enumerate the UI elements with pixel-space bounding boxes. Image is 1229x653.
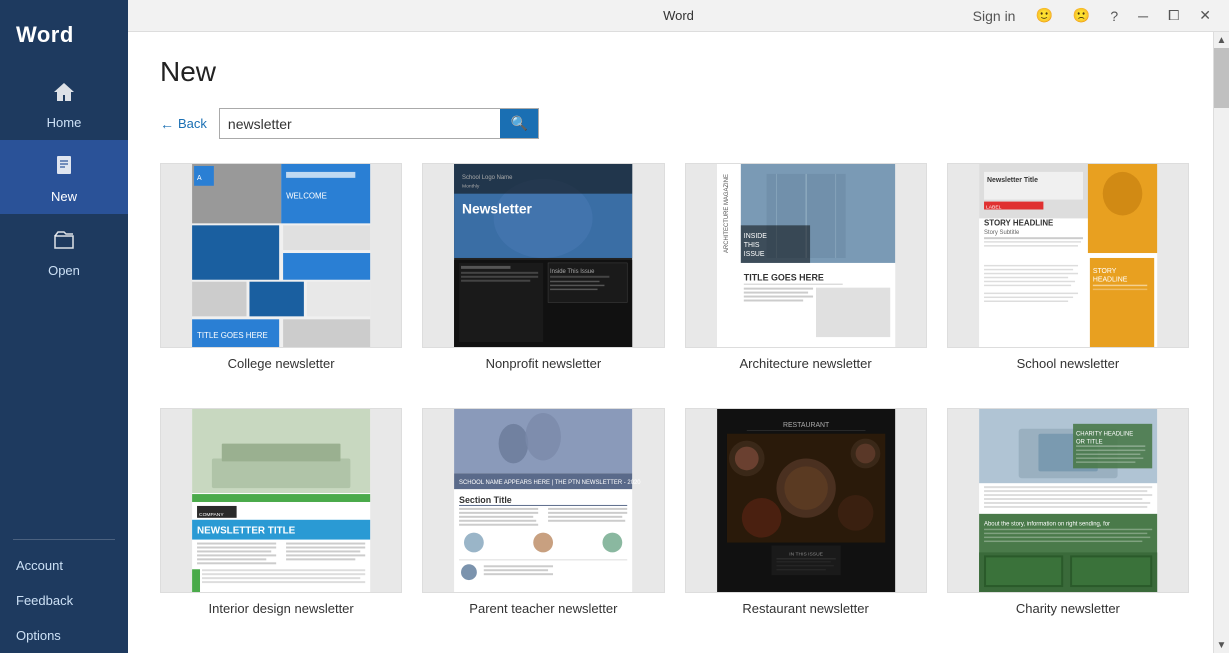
- svg-text:CHARITY HEADLINE: CHARITY HEADLINE: [1076, 432, 1133, 438]
- emoji-negative-icon: 🙁: [1073, 7, 1090, 24]
- home-icon: [50, 78, 78, 111]
- svg-text:STORY HEADLINE: STORY HEADLINE: [984, 218, 1053, 227]
- emoji-positive-icon: 🙂: [1035, 7, 1052, 24]
- template-thumb-architecture[interactable]: ARCHITECTURE MAGAZINE INSIDE THIS ISSUE: [685, 163, 927, 348]
- scrollbar: ▲ ▼: [1213, 32, 1229, 653]
- search-row: ← Back 🔍: [160, 108, 1197, 139]
- sidebar-item-open[interactable]: Open: [0, 214, 128, 288]
- svg-text:WELCOME: WELCOME: [286, 192, 327, 201]
- close-button[interactable]: ✕: [1193, 5, 1217, 26]
- sidebar-item-account[interactable]: Account: [0, 548, 128, 583]
- svg-text:ISSUE: ISSUE: [743, 251, 764, 258]
- template-label-school: School newsletter: [1017, 356, 1120, 371]
- template-label-interior: Interior design newsletter: [209, 601, 354, 616]
- svg-text:School Logo Name: School Logo Name: [462, 175, 513, 181]
- svg-text:LABEL: LABEL: [986, 205, 1002, 211]
- search-button[interactable]: 🔍: [500, 109, 537, 138]
- template-thumb-charity[interactable]: CHARITY HEADLINE OR TITLE: [947, 408, 1189, 593]
- svg-text:TITLE GOES HERE: TITLE GOES HERE: [743, 273, 823, 283]
- back-arrow-icon: ←: [160, 116, 174, 132]
- close-icon: ✕: [1199, 7, 1211, 24]
- template-thumb-parent[interactable]: SCHOOL NAME APPEARS HERE | THE PTN NEWSL…: [422, 408, 664, 593]
- svg-text:Monthly: Monthly: [462, 184, 480, 190]
- minimize-icon: ─: [1138, 8, 1148, 24]
- new-icon: [50, 152, 78, 185]
- template-card-nonprofit[interactable]: School Logo Name Monthly Newsletter Insi…: [422, 163, 664, 384]
- template-grid: A WELCOME TITLE GOES: [160, 163, 1197, 629]
- back-button[interactable]: ← Back: [160, 116, 207, 132]
- template-thumb-restaurant[interactable]: RESTAURANT: [685, 408, 927, 593]
- svg-text:STORY: STORY: [1093, 268, 1117, 275]
- svg-text:OR TITLE: OR TITLE: [1076, 440, 1103, 446]
- svg-text:NEWSLETTER TITLE: NEWSLETTER TITLE: [197, 526, 296, 537]
- template-label-restaurant: Restaurant newsletter: [742, 601, 868, 616]
- minimize-button[interactable]: ─: [1132, 6, 1154, 26]
- template-label-charity: Charity newsletter: [1016, 601, 1120, 616]
- template-card-charity[interactable]: CHARITY HEADLINE OR TITLE: [947, 408, 1189, 629]
- template-card-parent[interactable]: SCHOOL NAME APPEARS HERE | THE PTN NEWSL…: [422, 408, 664, 629]
- template-thumb-school[interactable]: Newsletter Title LABEL STORY HEADLINE St…: [947, 163, 1189, 348]
- feedback-positive-button[interactable]: 🙂: [1029, 5, 1058, 26]
- svg-text:A: A: [197, 175, 202, 182]
- page-title: New: [160, 56, 1197, 88]
- content-area: New ← Back 🔍: [128, 32, 1229, 653]
- template-card-restaurant[interactable]: RESTAURANT: [685, 408, 927, 629]
- svg-text:HEADLINE: HEADLINE: [1093, 277, 1128, 284]
- svg-text:Inside This Issue: Inside This Issue: [550, 269, 595, 275]
- svg-text:SCHOOL NAME APPEARS HERE | THE: SCHOOL NAME APPEARS HERE | THE PTN NEWSL…: [459, 480, 641, 486]
- titlebar: Word Sign in 🙂 🙁 ? ─ ⧠ ✕: [128, 0, 1229, 32]
- template-label-nonprofit: Nonprofit newsletter: [486, 356, 602, 371]
- search-icon: 🔍: [510, 115, 527, 132]
- svg-text:INSIDE: INSIDE: [743, 233, 766, 240]
- svg-text:RESTAURANT: RESTAURANT: [782, 422, 829, 429]
- template-thumb-college[interactable]: A WELCOME TITLE GOES: [160, 163, 402, 348]
- template-card-college[interactable]: A WELCOME TITLE GOES: [160, 163, 402, 384]
- scroll-up-button[interactable]: ▲: [1214, 32, 1229, 48]
- template-thumb-nonprofit[interactable]: School Logo Name Monthly Newsletter Insi…: [422, 163, 664, 348]
- open-label: Open: [48, 263, 80, 278]
- titlebar-controls: Sign in 🙂 🙁 ? ─ ⧠ ✕: [967, 5, 1217, 26]
- svg-text:Newsletter Title: Newsletter Title: [987, 177, 1038, 184]
- template-thumb-interior[interactable]: COMPANY NEWSLETTER TITLE: [160, 408, 402, 593]
- svg-text:TITLE GOES HERE: TITLE GOES HERE: [197, 331, 268, 340]
- search-input[interactable]: [220, 111, 501, 137]
- template-label-college: College newsletter: [228, 356, 335, 371]
- sidebar-item-new[interactable]: New: [0, 140, 128, 214]
- svg-text:Story Subtitle: Story Subtitle: [984, 230, 1020, 236]
- svg-text:About the story, information o: About the story, information on right se…: [984, 522, 1110, 528]
- search-box: 🔍: [219, 108, 539, 139]
- sidebar-item-options[interactable]: Options: [0, 618, 128, 653]
- restore-icon: ⧠: [1168, 7, 1179, 24]
- svg-text:Section Title: Section Title: [459, 495, 512, 505]
- svg-text:Newsletter: Newsletter: [462, 200, 533, 216]
- feedback-negative-button[interactable]: 🙁: [1067, 5, 1096, 26]
- template-card-school[interactable]: Newsletter Title LABEL STORY HEADLINE St…: [947, 163, 1189, 384]
- app-title: Word: [0, 0, 128, 66]
- main-area: Word Sign in 🙂 🙁 ? ─ ⧠ ✕ New ←: [128, 0, 1229, 653]
- template-card-architecture[interactable]: ARCHITECTURE MAGAZINE INSIDE THIS ISSUE: [685, 163, 927, 384]
- open-icon: [50, 226, 78, 259]
- template-label-parent: Parent teacher newsletter: [469, 601, 617, 616]
- scroll-down-button[interactable]: ▼: [1214, 637, 1229, 653]
- sidebar-item-home[interactable]: Home: [0, 66, 128, 140]
- help-button[interactable]: ?: [1104, 6, 1124, 26]
- restore-button[interactable]: ⧠: [1162, 5, 1185, 26]
- svg-text:IN THIS ISSUE: IN THIS ISSUE: [789, 551, 823, 557]
- template-card-interior[interactable]: COMPANY NEWSLETTER TITLE: [160, 408, 402, 629]
- sidebar-divider: [13, 539, 115, 540]
- scroll-track: [1214, 48, 1229, 637]
- template-label-architecture: Architecture newsletter: [740, 356, 872, 371]
- sign-in-button[interactable]: Sign in: [967, 6, 1022, 26]
- sidebar: Word Home New Open: [0, 0, 128, 653]
- back-label: Back: [178, 116, 207, 131]
- svg-text:ARCHITECTURE MAGAZINE: ARCHITECTURE MAGAZINE: [723, 174, 729, 253]
- scroll-thumb[interactable]: [1214, 48, 1229, 108]
- new-label: New: [51, 189, 77, 204]
- svg-text:THIS: THIS: [743, 242, 759, 249]
- sidebar-bottom: Account Feedback Options: [0, 531, 128, 653]
- home-label: Home: [47, 115, 82, 130]
- svg-text:COMPANY: COMPANY: [199, 512, 224, 518]
- window-title: Word: [663, 8, 694, 23]
- sidebar-item-feedback[interactable]: Feedback: [0, 583, 128, 618]
